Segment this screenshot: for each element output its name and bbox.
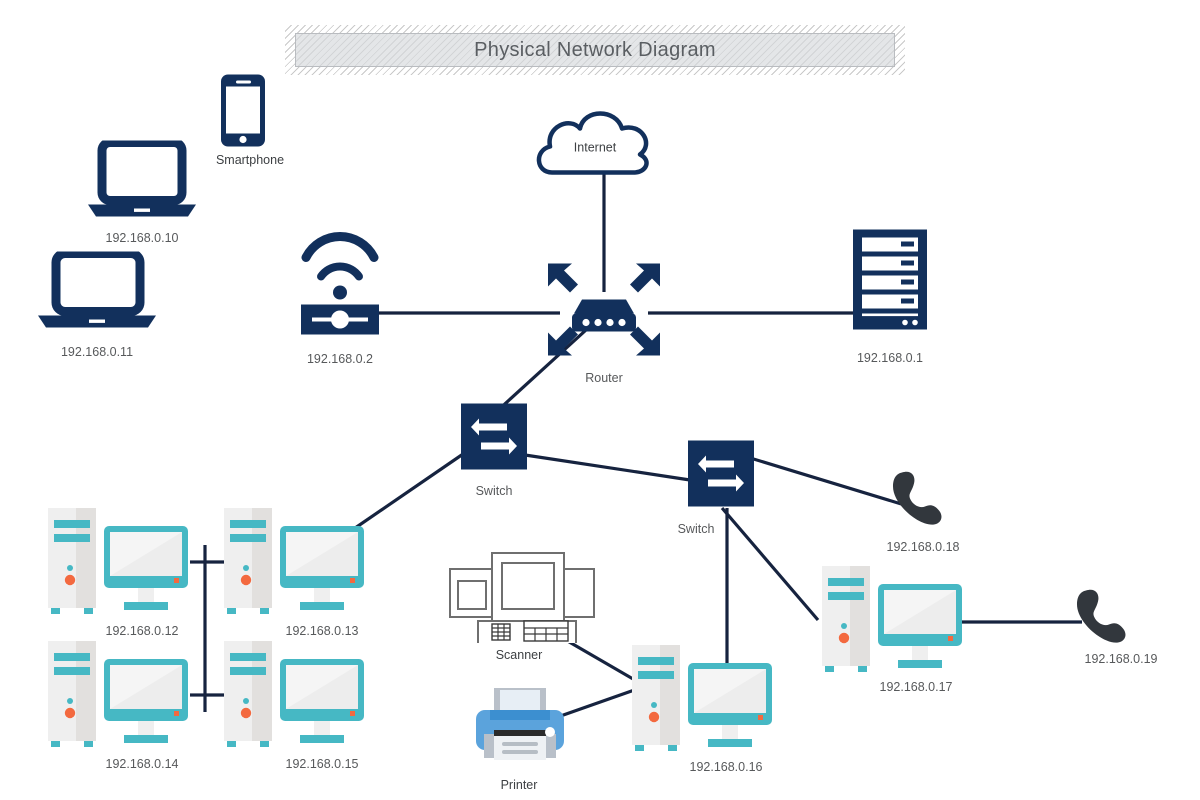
node-printer[interactable]	[472, 688, 568, 773]
computer-monitor	[878, 584, 962, 668]
node-router[interactable]	[544, 260, 664, 365]
switch-icon	[461, 403, 527, 470]
node-ip-phone-19-label: 192.168.0.19	[1084, 652, 1158, 666]
node-ip-phone-18-label: 192.168.0.18	[886, 540, 960, 554]
ip-phone-icon	[893, 471, 942, 525]
node-workstation-16-label: 192.168.0.16	[689, 760, 763, 774]
node-scanner[interactable]	[448, 551, 596, 648]
link-switch2-ws17	[720, 506, 820, 622]
node-router-label: Router	[585, 371, 623, 385]
node-smartphone-label: Smartphone	[215, 153, 285, 167]
node-workstation-12-label: 192.168.0.12	[105, 624, 179, 638]
node-printer-label: Printer	[500, 778, 538, 792]
node-laptop-11-label: 192.168.0.11	[60, 345, 134, 359]
computer-monitor	[104, 526, 188, 610]
node-server-label: 192.168.0.1	[856, 351, 924, 365]
node-wireless-access-point-label: 192.168.0.2	[306, 352, 374, 366]
node-scanner-label: Scanner	[495, 648, 543, 662]
computer-tower	[632, 645, 680, 751]
node-switch-1-label: Switch	[475, 484, 513, 498]
node-switch-1[interactable]	[461, 403, 527, 475]
node-workstation-17[interactable]	[820, 566, 965, 681]
node-workstation-16[interactable]	[630, 645, 775, 760]
smartphone-icon	[221, 74, 265, 147]
node-ip-phone-18[interactable]	[889, 467, 951, 534]
router-icon	[548, 263, 660, 356]
workstation-icon	[48, 508, 188, 614]
workstation-icon	[224, 641, 364, 747]
switch-icon	[688, 440, 754, 507]
node-internet-label: Internet	[573, 140, 617, 155]
node-workstation-13-label: 192.168.0.13	[285, 624, 359, 638]
computer-tower	[224, 508, 272, 614]
ip-phone-icon	[1077, 589, 1126, 643]
node-internet[interactable]: Internet	[530, 101, 660, 196]
workstation-icon	[224, 508, 364, 614]
computer-tower	[224, 641, 272, 747]
node-ip-phone-19[interactable]	[1073, 585, 1135, 652]
workstation-icon	[632, 645, 772, 751]
node-workstation-12[interactable]	[46, 508, 191, 623]
laptop-icon	[38, 249, 156, 328]
node-laptop-10[interactable]	[88, 138, 196, 224]
server-icon	[853, 229, 927, 330]
computer-tower	[822, 566, 870, 672]
computer-tower	[48, 641, 96, 747]
scanner-icon	[449, 552, 595, 646]
workstation-icon	[48, 641, 188, 747]
laptop-icon	[88, 138, 196, 217]
computer-tower	[48, 508, 96, 614]
node-workstation-14-label: 192.168.0.14	[105, 757, 179, 771]
node-laptop-10-label: 192.168.0.10	[105, 231, 179, 245]
diagram-canvas: Physical Network Diagram Internet Router…	[0, 0, 1200, 800]
printer-icon	[476, 688, 564, 760]
node-wireless-access-point[interactable]	[296, 230, 384, 341]
node-switch-2-label: Switch	[677, 522, 715, 536]
wifi-access-point-icon	[301, 232, 379, 335]
node-server[interactable]	[853, 229, 927, 335]
node-workstation-15[interactable]	[222, 641, 367, 756]
workstation-icon	[822, 566, 962, 672]
node-workstation-14[interactable]	[46, 641, 191, 756]
node-workstation-15-label: 192.168.0.15	[285, 757, 359, 771]
computer-monitor	[104, 659, 188, 743]
node-switch-2[interactable]	[688, 440, 754, 512]
node-laptop-11[interactable]	[38, 249, 156, 335]
computer-monitor	[280, 526, 364, 610]
computer-monitor	[280, 659, 364, 743]
node-workstation-13[interactable]	[222, 508, 367, 623]
node-smartphone[interactable]	[221, 74, 265, 152]
node-workstation-17-label: 192.168.0.17	[879, 680, 953, 694]
link-switch1-switch2	[524, 453, 691, 482]
computer-monitor	[688, 663, 772, 747]
